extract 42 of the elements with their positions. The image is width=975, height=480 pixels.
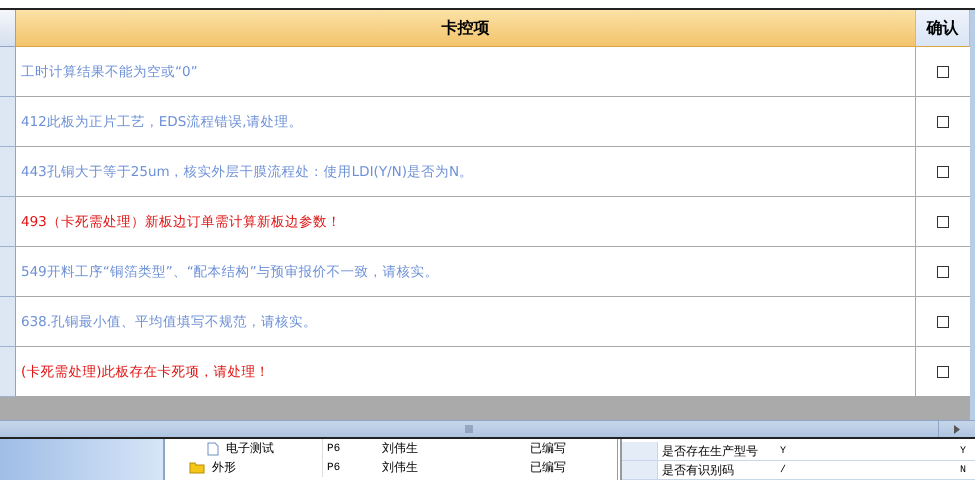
column-header: 确认 [916, 10, 970, 47]
property-value: N [959, 464, 968, 476]
table-cell: 443孔铜大于等于25um，核实外层干膜流程处：使用LDI(Y/N)是否为N。 [16, 147, 916, 197]
table-cell-text: 刘伟生 [381, 459, 419, 476]
table-cell-text: P6 [326, 462, 342, 474]
column-header: 卡控项 [16, 10, 916, 47]
horizontal-scrollbar[interactable] [0, 420, 975, 439]
property-value: Y [959, 446, 968, 456]
grip-icon [465, 424, 473, 434]
table-cell: 412此板为正片工艺，EDS流程错误,请处理。 [16, 97, 916, 147]
table-cell-text: 已编写 [529, 440, 567, 457]
row-header [0, 197, 16, 247]
table-cell: 工时计算结果不能为空或“0” [16, 47, 916, 97]
table-cell-text: P6 [326, 442, 342, 454]
property-value: / [779, 464, 788, 476]
property-label: 是否有识别码 [661, 462, 735, 478]
corner-header [0, 10, 16, 47]
table-cell-text: 刘伟生 [381, 440, 419, 457]
row-header [0, 247, 16, 297]
checkbox[interactable] [937, 316, 949, 328]
tree-item[interactable]: 电子测试 [222, 440, 274, 457]
table-cell: 493（卡死需处理）新板边订单需计算新板边参数！ [16, 197, 916, 247]
table-cell-text: 已编写 [529, 459, 567, 476]
file-icon [207, 442, 219, 456]
checkbox[interactable] [937, 66, 949, 78]
row-header [0, 47, 16, 97]
checkbox[interactable] [937, 116, 949, 128]
row-header [0, 147, 16, 197]
row-header [0, 97, 16, 147]
property-value: Y [779, 446, 788, 456]
tree-item[interactable]: 外形 [208, 459, 236, 476]
scroll-right-icon[interactable] [954, 424, 960, 434]
row-header [0, 347, 16, 397]
folder-icon [189, 461, 205, 474]
checkbox[interactable] [937, 366, 949, 378]
checkbox[interactable] [937, 166, 949, 178]
checkbox[interactable] [937, 266, 949, 278]
table-cell: 549开料工序“铜箔类型”、“配本结构”与预审报价不一致，请核实。 [16, 247, 916, 297]
property-label: 是否存在生产型号 [661, 442, 759, 460]
checkbox[interactable] [937, 216, 949, 228]
table-cell: 638.孔铜最小值、平均值填写不规范，请核实。 [16, 297, 916, 347]
row-header [0, 297, 16, 347]
